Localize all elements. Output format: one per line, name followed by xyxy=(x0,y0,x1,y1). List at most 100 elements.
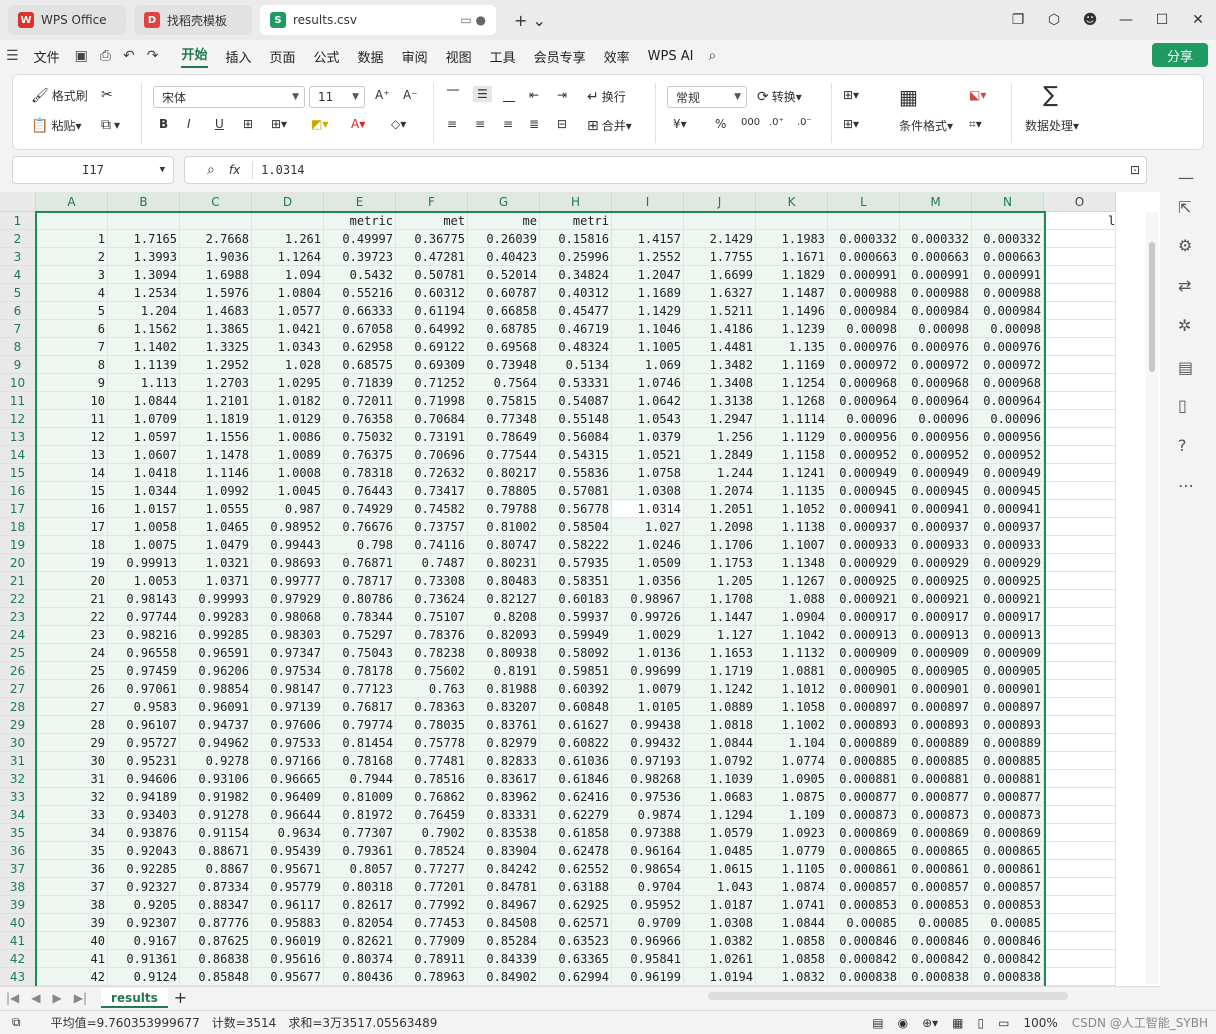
table-cell[interactable]: 0.000842 xyxy=(972,950,1044,968)
table-cell[interactable]: 0.97388 xyxy=(612,824,684,842)
table-cell[interactable]: 0.68575 xyxy=(324,356,396,374)
row-header[interactable]: 39 xyxy=(0,896,36,914)
table-cell[interactable]: 0.77123 xyxy=(324,680,396,698)
table-cell[interactable]: 0.000933 xyxy=(972,536,1044,554)
row-header[interactable]: 17 xyxy=(0,500,36,518)
table-cell[interactable]: 1.0858 xyxy=(756,950,828,968)
table-cell[interactable]: 0.84781 xyxy=(468,878,540,896)
table-cell[interactable]: 0.60822 xyxy=(540,734,612,752)
table-cell[interactable]: 0.96107 xyxy=(108,716,180,734)
table-cell[interactable]: 1.2552 xyxy=(612,248,684,266)
last-sheet-icon[interactable]: ▶| xyxy=(74,991,87,1005)
table-cell[interactable]: 0.000984 xyxy=(972,302,1044,320)
row-header[interactable]: 3 xyxy=(0,248,36,266)
table-cell[interactable]: 0.82093 xyxy=(468,626,540,644)
table-cell[interactable]: 0.000909 xyxy=(828,644,900,662)
table-cell[interactable]: 1.0607 xyxy=(108,446,180,464)
table-cell[interactable]: 0.000933 xyxy=(900,536,972,554)
thousands-icon[interactable]: 000 xyxy=(741,117,760,128)
table-cell[interactable]: 0.78178 xyxy=(324,662,396,680)
table-cell[interactable]: 0.80786 xyxy=(324,590,396,608)
table-cell[interactable] xyxy=(180,212,252,230)
table-cell[interactable]: 0.97606 xyxy=(252,716,324,734)
macro-icon[interactable]: ⧉ xyxy=(12,1015,21,1030)
new-tab-icon[interactable]: + ⌄ xyxy=(504,5,556,35)
table-cell[interactable]: 0.78649 xyxy=(468,428,540,446)
cell-style-icon[interactable]: ⬕▾ xyxy=(969,88,986,102)
row-header[interactable]: 13 xyxy=(0,428,36,446)
table-cell[interactable]: 0.62478 xyxy=(540,842,612,860)
table-cell[interactable]: 1.0521 xyxy=(612,446,684,464)
table-cell[interactable]: 0.000968 xyxy=(900,374,972,392)
protect-icon[interactable]: ⊕▾ xyxy=(922,1016,938,1030)
table-cell[interactable]: 0.97166 xyxy=(252,752,324,770)
table-cell[interactable]: 0.000913 xyxy=(900,626,972,644)
table-cell[interactable]: 0.62552 xyxy=(540,860,612,878)
table-cell[interactable]: 0.98147 xyxy=(252,680,324,698)
table-cell[interactable]: 1.109 xyxy=(756,806,828,824)
table-cell[interactable]: 0.66858 xyxy=(468,302,540,320)
table-cell[interactable]: 0.98967 xyxy=(612,590,684,608)
table-cell[interactable]: 0.68785 xyxy=(468,320,540,338)
table-cell[interactable]: 0.95439 xyxy=(252,842,324,860)
table-cell[interactable]: 1.0418 xyxy=(108,464,180,482)
table-cell[interactable]: 0.54087 xyxy=(540,392,612,410)
table-cell[interactable]: 1.4157 xyxy=(612,230,684,248)
table-cell[interactable]: 0.000846 xyxy=(900,932,972,950)
table-cell[interactable]: 0.000937 xyxy=(828,518,900,536)
table-cell[interactable]: 0.000873 xyxy=(828,806,900,824)
table-cell[interactable]: 1.0182 xyxy=(252,392,324,410)
table-cell[interactable]: 0.58351 xyxy=(540,572,612,590)
table-cell[interactable]: 0.84339 xyxy=(468,950,540,968)
table-cell[interactable] xyxy=(1044,608,1116,626)
table-cell[interactable]: 0.62279 xyxy=(540,806,612,824)
table-cell[interactable]: 0.9124 xyxy=(108,968,180,986)
column-header[interactable]: I xyxy=(612,192,684,212)
table-cell[interactable]: 32 xyxy=(36,788,108,806)
table-cell[interactable]: 0.99438 xyxy=(612,716,684,734)
currency-icon[interactable]: ¥▾ xyxy=(673,117,687,131)
table-cell[interactable]: 1.0089 xyxy=(252,446,324,464)
table-cell[interactable]: 0.000956 xyxy=(900,428,972,446)
table-cell[interactable]: 0.63188 xyxy=(540,878,612,896)
row-col-icon[interactable]: ⊞▾ xyxy=(843,88,859,102)
table-cell[interactable]: 22 xyxy=(36,608,108,626)
table-cell[interactable]: 2.7668 xyxy=(180,230,252,248)
table-cell[interactable]: 0.98952 xyxy=(252,518,324,536)
conditional-format-button[interactable]: ▦ xyxy=(899,85,918,109)
hamburger-icon[interactable]: ☰ xyxy=(6,48,19,64)
table-cell[interactable]: 1.261 xyxy=(252,230,324,248)
table-cell[interactable]: 25 xyxy=(36,662,108,680)
table-cell[interactable]: 0.76817 xyxy=(324,698,396,716)
table-cell[interactable]: 0.000881 xyxy=(828,770,900,788)
table-cell[interactable]: 0.000897 xyxy=(900,698,972,716)
table-cell[interactable]: 0.78344 xyxy=(324,608,396,626)
table-cell[interactable]: 0.15816 xyxy=(540,230,612,248)
table-cell[interactable]: 0.8867 xyxy=(180,860,252,878)
table-cell[interactable]: 0.00096 xyxy=(828,410,900,428)
table-cell[interactable] xyxy=(1044,302,1116,320)
table-cell[interactable] xyxy=(1044,392,1116,410)
table-cell[interactable]: 0.000949 xyxy=(972,464,1044,482)
table-cell[interactable]: 0.78035 xyxy=(396,716,468,734)
table-cell[interactable]: 0.000991 xyxy=(900,266,972,284)
table-cell[interactable]: 39 xyxy=(36,914,108,932)
table-cell[interactable]: 0.73191 xyxy=(396,428,468,446)
row-header[interactable]: 19 xyxy=(0,536,36,554)
normal-view-icon[interactable]: ▦ xyxy=(952,1016,963,1030)
table-cell[interactable]: 0.000988 xyxy=(828,284,900,302)
row-header[interactable]: 14 xyxy=(0,446,36,464)
table-cell[interactable] xyxy=(1044,932,1116,950)
copy-button[interactable]: ⧉ ▾ xyxy=(101,117,120,133)
table-cell[interactable]: 0.000941 xyxy=(828,500,900,518)
table-cell[interactable]: 1.0382 xyxy=(684,932,756,950)
table-cell[interactable]: 1.1562 xyxy=(108,320,180,338)
table-cell[interactable]: 18 xyxy=(36,536,108,554)
table-cell[interactable] xyxy=(1044,500,1116,518)
table-cell[interactable]: 0.79774 xyxy=(324,716,396,734)
select-all-corner[interactable] xyxy=(0,192,36,212)
table-cell[interactable]: 0.75032 xyxy=(324,428,396,446)
row-header[interactable]: 38 xyxy=(0,878,36,896)
table-cell[interactable]: 0.000984 xyxy=(900,302,972,320)
table-cell[interactable]: 1.113 xyxy=(108,374,180,392)
